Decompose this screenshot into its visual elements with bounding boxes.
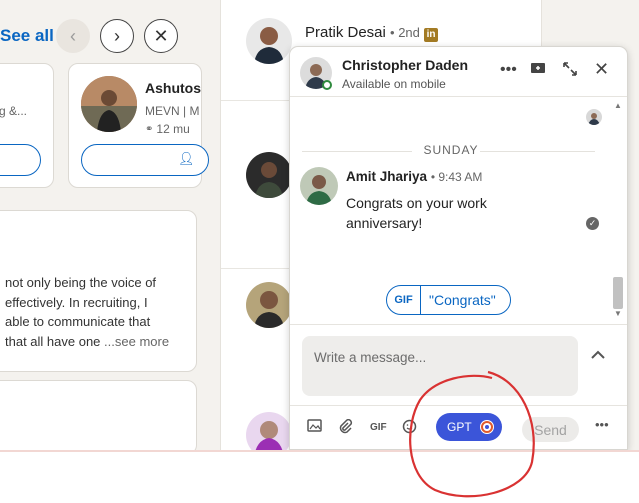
mutual-connections-icon: ⚭: [145, 123, 154, 135]
read-check-icon: ✓: [586, 217, 599, 230]
expand-icon[interactable]: [562, 61, 578, 82]
gpt-label: GPT: [447, 420, 472, 434]
avatar[interactable]: [246, 18, 292, 64]
carousel-prev-button[interactable]: ‹: [56, 19, 90, 53]
person-name: Pratik Desai: [305, 24, 386, 41]
post-line: effectively. In recruiting, I: [5, 294, 148, 310]
more-options-icon[interactable]: •••: [500, 61, 517, 79]
gpt-button[interactable]: GPT: [436, 413, 502, 441]
message-input[interactable]: Write a message...: [302, 336, 578, 396]
person-photo-icon: [300, 167, 338, 205]
suggested-reply-button[interactable]: GIF "Congrats": [386, 285, 511, 315]
suggestion-card-2: Ashutos MEVN | M ⚭ 12 mu 👤︎: [68, 63, 209, 188]
post-card: not only being the voice of effectively.…: [0, 210, 197, 372]
spiral-logo-icon: [479, 419, 495, 438]
more-options-icon[interactable]: •••: [595, 417, 609, 432]
person-photo-icon: [586, 109, 602, 125]
compose-divider: [290, 324, 627, 325]
chat-contact-name[interactable]: Christopher Daden: [342, 57, 468, 73]
scrollbar-thumb[interactable]: [613, 277, 623, 309]
person-photo-icon: [246, 18, 292, 64]
chevron-up-icon[interactable]: [590, 347, 606, 365]
card1-connect-button[interactable]: [0, 144, 41, 176]
gif-badge: GIF: [387, 286, 421, 314]
suggested-reply-text: "Congrats": [429, 292, 496, 308]
post-card-2: [0, 380, 197, 455]
see-more-link[interactable]: ...see more: [104, 334, 169, 349]
image-icon[interactable]: [307, 419, 322, 435]
person-photo-icon: [246, 282, 292, 328]
connection-degree: • 2nd: [390, 25, 420, 40]
carousel-close-button[interactable]: ✕: [144, 19, 178, 53]
avatar[interactable]: [81, 76, 137, 132]
avatar[interactable]: [246, 152, 292, 198]
toolbar-divider: [290, 405, 627, 406]
chat-window: Christopher Daden Available on mobile ••…: [289, 46, 628, 450]
chevron-left-icon: ‹: [70, 25, 76, 46]
carousel-next-button[interactable]: ›: [100, 19, 134, 53]
day-label: SUNDAY: [423, 143, 479, 157]
video-call-icon[interactable]: [530, 61, 546, 80]
add-user-icon: 👤︎: [178, 151, 195, 166]
card2-headline: MEVN | M: [145, 104, 200, 118]
avatar[interactable]: [300, 167, 338, 205]
chevron-right-icon: ›: [114, 25, 120, 46]
post-line: not only being the voice of: [5, 275, 157, 290]
scroll-down-icon[interactable]: ▼: [614, 309, 622, 318]
feed-divider: [221, 268, 291, 269]
post-line: able to communicate that: [5, 314, 151, 329]
message-body: Congrats on your work anniversary!: [346, 195, 487, 231]
mutual-count: 12 mu: [156, 122, 190, 136]
chat-contact-status: Available on mobile: [342, 77, 446, 91]
person-photo-icon: [246, 152, 292, 198]
linkedin-icon: in: [424, 28, 439, 42]
post-line: that all have one: [5, 333, 105, 349]
bottom-blank-area: [0, 450, 639, 503]
sender-name: Amit Jhariya: [346, 169, 428, 184]
attachment-icon[interactable]: [338, 418, 353, 437]
card2-name[interactable]: Ashutos: [145, 80, 201, 96]
emoji-icon[interactable]: [402, 419, 417, 437]
feed-person-name[interactable]: Pratik Desai • 2nd in: [305, 24, 439, 42]
post-text: not only being the voice of effectively.…: [5, 273, 195, 351]
message-sender[interactable]: Amit Jhariya • 9:43 AM: [346, 169, 482, 184]
card2-mutual: ⚭ 12 mu: [145, 122, 190, 136]
send-button[interactable]: Send: [522, 417, 579, 442]
close-icon: ✕: [153, 25, 169, 46]
seen-avatar: [586, 109, 602, 125]
see-all-link[interactable]: See all: [0, 26, 54, 46]
online-status-icon: [322, 80, 332, 90]
scroll-up-icon[interactable]: ▲: [614, 101, 622, 110]
card1-subtitle: g &...: [0, 104, 28, 118]
gif-button[interactable]: GIF: [370, 422, 387, 433]
avatar[interactable]: [246, 282, 292, 328]
chat-header[interactable]: Christopher Daden Available on mobile ••…: [290, 47, 627, 97]
person-photo-icon: [81, 76, 137, 132]
message-time: • 9:43 AM: [430, 170, 483, 184]
suggestion-card-1: g &...: [0, 63, 54, 188]
close-icon[interactable]: ✕: [594, 59, 609, 80]
feed-divider: [221, 100, 291, 101]
card2-connect-button[interactable]: 👤︎: [81, 144, 209, 176]
